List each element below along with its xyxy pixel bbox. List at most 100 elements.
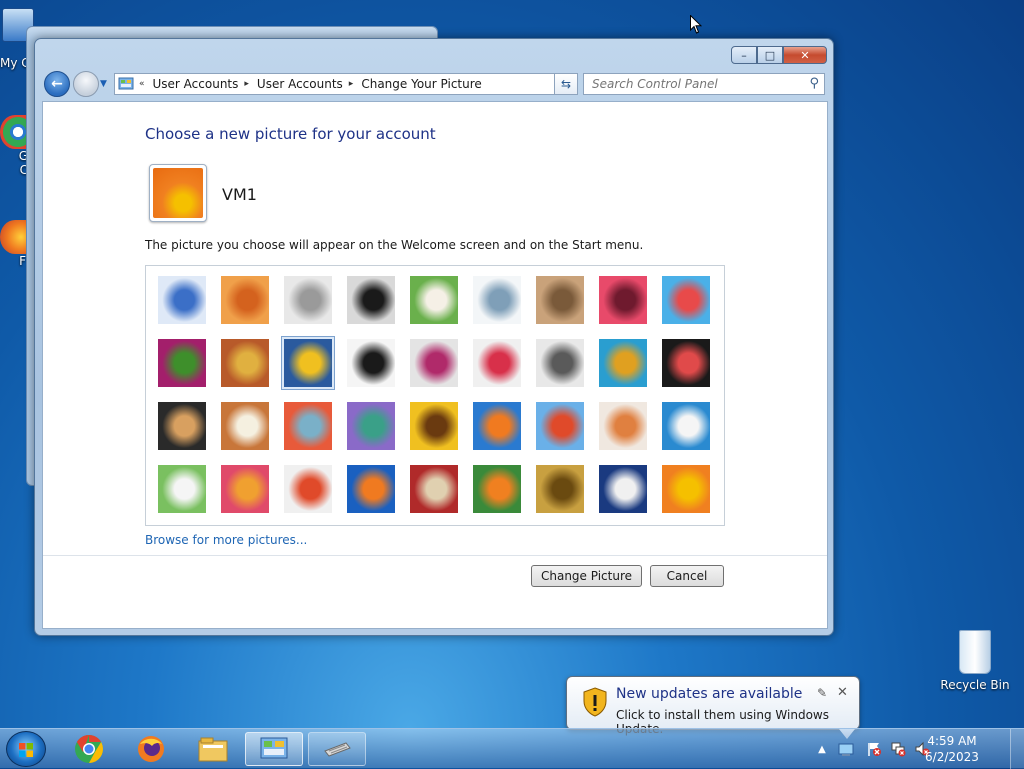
chrome-icon [75,735,103,763]
picture-tile-jacks[interactable] [536,339,584,387]
close-button[interactable]: ✕ [783,46,827,64]
picture-tile-frame[interactable] [347,465,395,513]
mouse-cursor-icon [690,15,702,34]
caption-buttons: – □ ✕ [731,46,827,64]
picture-tile-soccer-ball[interactable] [158,465,206,513]
picture-tile-ferris-wheel[interactable] [158,276,206,324]
change-picture-window: – □ ✕ ← ▼ « User Accounts ▸ User Account… [34,38,834,636]
update-notification[interactable]: New updates are available Click to insta… [566,676,860,739]
refresh-button[interactable]: ⇆ [554,73,578,95]
desktop-icon-recycle-bin[interactable]: Recycle Bin [940,630,1010,692]
back-arrow-icon: ← [51,76,63,92]
change-picture-button[interactable]: Change Picture [531,565,642,587]
picture-tile-sailboat[interactable] [662,402,710,450]
security-shield-icon [583,687,607,717]
recycle-bin-icon [959,630,991,674]
wrench-icon[interactable]: ✎ [817,686,827,700]
picture-tile-star-lantern[interactable] [473,339,521,387]
taskbar-file-explorer[interactable] [186,732,240,766]
address-bar[interactable]: « User Accounts ▸ User Accounts ▸ Change… [114,73,575,95]
clock-time[interactable]: 4:59 AM [922,734,982,748]
taskbar-keyboard[interactable] [308,732,366,766]
keyboard-icon [324,742,351,757]
picture-tile-guitar[interactable] [158,402,206,450]
minimize-icon: – [741,48,747,62]
breadcrumb-change-your-picture[interactable]: Change Your Picture [361,77,481,91]
recent-pages-dropdown[interactable]: ▼ [100,79,107,89]
search-icon[interactable]: ⚲ [809,76,819,91]
picture-tile-fish[interactable] [473,402,521,450]
notification-title: New updates are available [616,686,803,702]
search-box[interactable]: ⚲ [583,73,825,95]
taskbar-firefox[interactable] [124,732,178,766]
forward-button[interactable] [73,71,99,97]
system-tray: ▲ [812,729,1024,769]
close-icon[interactable]: ✕ [837,685,848,700]
action-center-icon[interactable] [866,741,882,757]
picture-tile-hot-air-balloon[interactable] [536,402,584,450]
picture-tile-robot-toy[interactable] [284,276,332,324]
browse-more-pictures-link[interactable]: Browse for more pictures... [145,533,307,547]
picture-tile-ball[interactable] [158,339,206,387]
picture-tile-scarves[interactable] [221,465,269,513]
picture-tile-dog[interactable] [347,339,395,387]
picture-tile-kitten[interactable] [536,276,584,324]
picture-tile-pinwheel[interactable] [662,276,710,324]
picture-tile-sunflower[interactable] [410,402,458,450]
picture-tile-leaf[interactable] [281,336,335,390]
picture-tile-shell[interactable] [536,465,584,513]
maximize-button[interactable]: □ [757,46,783,64]
picture-tile-fabric[interactable] [347,402,395,450]
cancel-button[interactable]: Cancel [650,565,724,587]
refresh-icon: ⇆ [560,77,572,91]
address-overflow[interactable]: « [139,79,145,89]
page-title: Choose a new picture for your account [145,125,436,143]
current-account-picture [149,164,207,222]
picture-tile-vinyl-record[interactable] [347,276,395,324]
taskbar-control-panel[interactable] [245,732,303,766]
username: VM1 [222,185,257,204]
picture-grid [145,265,725,526]
desktop-icon-label: Recycle Bin [940,678,1010,692]
picture-tile-gyroscope[interactable] [473,276,521,324]
taskbar: ▲ 4:59 AM 6/2/2023 [0,728,1024,769]
control-panel-icon [260,737,288,759]
back-button[interactable]: ← [44,71,70,97]
show-desktop-button[interactable] [1010,729,1024,769]
file-explorer-icon [198,737,228,762]
breadcrumb-separator[interactable]: ▸ [349,79,354,89]
maximize-icon: □ [764,48,776,62]
picture-tile-lighthouse[interactable] [599,465,647,513]
minimize-button[interactable]: – [731,46,757,64]
taskbar-chrome[interactable] [62,732,116,766]
flag-error-icon [868,743,881,756]
breadcrumb-user-accounts-1[interactable]: User Accounts [153,77,239,91]
picture-tile-tin-robot[interactable] [284,402,332,450]
picture-tile-textiles[interactable] [221,339,269,387]
picture-tile-puppy[interactable] [221,402,269,450]
picture-tile-starfish[interactable] [221,276,269,324]
picture-tile-rug[interactable] [410,465,458,513]
divider [43,555,827,556]
picture-tile-stairs[interactable] [599,339,647,387]
start-button[interactable] [6,731,46,767]
picture-tile-lucky-cat[interactable] [410,276,458,324]
picture-tile-marbles[interactable] [284,465,332,513]
show-hidden-icons-button[interactable]: ▲ [814,741,830,757]
picture-tile-butterfly[interactable] [473,465,521,513]
breadcrumb-separator[interactable]: ▸ [244,79,249,89]
description-text: The picture you choose will appear on th… [145,238,644,252]
content-pane: Choose a new picture for your account VM… [42,101,828,629]
control-panel-icon [117,75,135,93]
picture-tile-paper-crane[interactable] [662,339,710,387]
account-picture [153,168,203,218]
network-icon[interactable] [890,741,906,757]
search-input[interactable] [590,76,800,92]
picture-tile-orange-flower[interactable] [662,465,710,513]
windows-update-icon[interactable] [838,741,854,757]
breadcrumb-user-accounts-2[interactable]: User Accounts [257,77,343,91]
picture-tile-crayons[interactable] [410,339,458,387]
clock-date[interactable]: 6/2/2023 [922,750,982,764]
picture-tile-pink-flower[interactable] [599,276,647,324]
picture-tile-doll[interactable] [599,402,647,450]
